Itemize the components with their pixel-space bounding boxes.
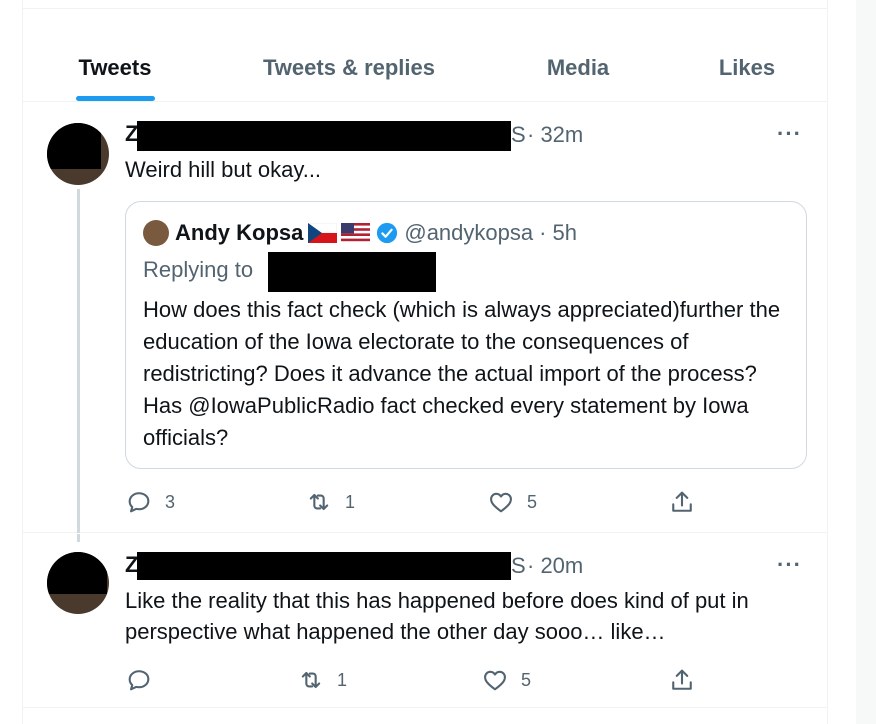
- name-redaction: [137, 552, 511, 580]
- right-sidebar-edge: [856, 0, 876, 724]
- quoted-tweet[interactable]: Andy Kopsa @andykopsa · 5h Replying to H…: [125, 201, 807, 469]
- tab-tweets-and-replies[interactable]: Tweets & replies: [207, 40, 491, 102]
- like-count: 5: [527, 491, 538, 512]
- retweet-count: 1: [345, 491, 356, 512]
- like-button[interactable]: 5: [481, 664, 531, 696]
- tab-tweets[interactable]: Tweets: [23, 40, 207, 102]
- author-handle-tail: S: [511, 553, 526, 578]
- tweet-timestamp[interactable]: · 20m: [527, 553, 583, 579]
- name-redaction: [137, 121, 511, 151]
- retweet-icon: [309, 493, 329, 511]
- tweet-text: Like the reality that this has happened …: [125, 588, 749, 644]
- reply-button[interactable]: 3: [125, 486, 175, 518]
- retweet-icon: [301, 671, 321, 689]
- like-button[interactable]: 5: [487, 486, 537, 518]
- more-options-icon[interactable]: ···: [777, 121, 802, 147]
- reply-icon: [128, 670, 150, 691]
- thread-line: [77, 189, 80, 533]
- tab-media[interactable]: Media: [491, 40, 665, 102]
- share-button[interactable]: [668, 664, 696, 696]
- tweet-text: Weird hill but okay...: [125, 157, 322, 182]
- quoted-author-avatar: [143, 220, 169, 246]
- us-flag-icon: [341, 223, 371, 243]
- author-handle-tail: S: [511, 122, 526, 147]
- quoted-author-name: Andy Kopsa: [175, 220, 304, 245]
- avatar-redaction: [47, 552, 107, 594]
- tweet-actions: 3 1 5: [125, 486, 765, 518]
- reply-count: 3: [165, 491, 176, 512]
- replying-to-label: Replying to: [143, 257, 254, 282]
- quoted-author-handle: @andykopsa: [404, 220, 534, 245]
- like-icon: [484, 670, 506, 691]
- avatar[interactable]: [47, 552, 109, 614]
- more-options-icon[interactable]: ···: [777, 552, 802, 578]
- tweet[interactable]: Z S · 32m ··· Weird hill but okay... And…: [23, 103, 827, 533]
- like-icon: [490, 492, 512, 513]
- share-icon: [672, 491, 692, 512]
- like-count: 5: [521, 669, 532, 690]
- reply-button[interactable]: [125, 664, 165, 696]
- avatar-redaction: [47, 123, 101, 169]
- verified-badge-icon: [377, 222, 398, 244]
- tweet-timestamp[interactable]: · 32m: [527, 122, 583, 148]
- avatar[interactable]: [47, 123, 109, 185]
- tweet[interactable]: Z S · 20m ··· Like the reality that this…: [23, 534, 827, 708]
- tab-likes[interactable]: Likes: [665, 40, 829, 102]
- share-icon: [672, 669, 692, 690]
- retweet-count: 1: [337, 669, 348, 690]
- reply-icon: [128, 492, 150, 513]
- profile-tabs: Tweets Tweets & replies Media Likes: [23, 40, 827, 102]
- retweet-button[interactable]: 1: [297, 664, 347, 696]
- profile-timeline-column: Tweets Tweets & replies Media Likes Z S …: [22, 0, 828, 724]
- quoted-tweet-text: How does this fact check (which is alway…: [143, 297, 781, 450]
- quoted-tweet-header: Andy Kopsa @andykopsa · 5h: [143, 218, 577, 248]
- tweet-actions: 1 5: [125, 664, 765, 696]
- retweet-button[interactable]: 1: [305, 486, 355, 518]
- quoted-tweet-timestamp: · 5h: [539, 220, 578, 245]
- share-button[interactable]: [668, 486, 696, 518]
- replying-to-redaction: [268, 252, 436, 292]
- active-tab-indicator: [76, 96, 155, 101]
- thread-line: [77, 534, 80, 542]
- divider: [23, 8, 827, 9]
- czech-flag-icon: [308, 223, 338, 243]
